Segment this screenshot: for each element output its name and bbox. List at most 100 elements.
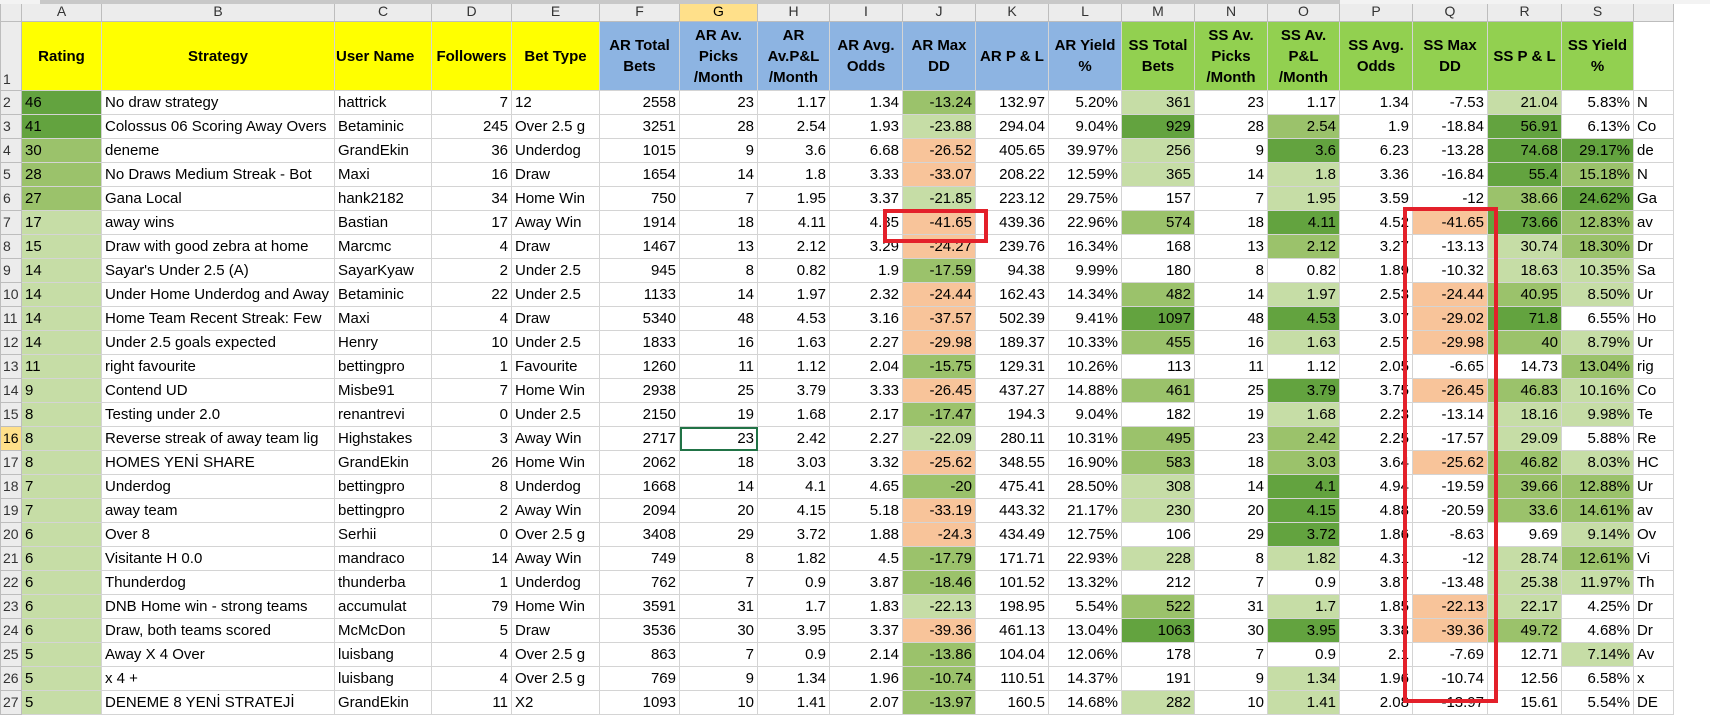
cell-r15[interactable]: 18.16 [1487, 402, 1562, 427]
cell-f2[interactable]: 2558 [599, 90, 680, 115]
cell-k23[interactable]: 198.95 [975, 594, 1049, 619]
cell-h24[interactable]: 3.95 [757, 618, 830, 643]
cell-s7[interactable]: 12.83% [1561, 210, 1634, 235]
cell-f3[interactable]: 3251 [599, 114, 680, 139]
cell-f15[interactable]: 2150 [599, 402, 680, 427]
cell-b9[interactable]: Sayar's Under 2.5 (A) [101, 258, 335, 283]
cell-j3[interactable]: -23.88 [902, 114, 976, 139]
cell-h10[interactable]: 1.97 [757, 282, 830, 307]
cell-p6[interactable]: 3.59 [1339, 186, 1413, 211]
row-header-3[interactable]: 3 [0, 114, 22, 139]
cell-g22[interactable]: 7 [679, 570, 758, 595]
cell-c23[interactable]: accumulat [334, 594, 432, 619]
cell-k25[interactable]: 104.04 [975, 642, 1049, 667]
header-cell-m[interactable]: SS Total Bets [1121, 21, 1195, 91]
cell-m26[interactable]: 191 [1121, 666, 1195, 691]
cell-a23[interactable]: 6 [21, 594, 102, 619]
cell-o21[interactable]: 1.82 [1267, 546, 1340, 571]
cell-l7[interactable]: 22.96% [1048, 210, 1122, 235]
cell-n12[interactable]: 16 [1194, 330, 1268, 355]
cell-l20[interactable]: 12.75% [1048, 522, 1122, 547]
cell-e23[interactable]: Home Win [511, 594, 600, 619]
cell-c5[interactable]: Maxi [334, 162, 432, 187]
cell-a9[interactable]: 14 [21, 258, 102, 283]
cell-j27[interactable]: -13.97 [902, 690, 976, 715]
cell-i11[interactable]: 3.16 [829, 306, 903, 331]
cell-f5[interactable]: 1654 [599, 162, 680, 187]
cell-p12[interactable]: 2.57 [1339, 330, 1413, 355]
cell-k13[interactable]: 129.31 [975, 354, 1049, 379]
cell-k21[interactable]: 171.71 [975, 546, 1049, 571]
cell-b13[interactable]: right favourite [101, 354, 335, 379]
cell-j20[interactable]: -24.3 [902, 522, 976, 547]
cell-e5[interactable]: Draw [511, 162, 600, 187]
cell-d23[interactable]: 79 [431, 594, 512, 619]
cell-a12[interactable]: 14 [21, 330, 102, 355]
cell-n16[interactable]: 23 [1194, 426, 1268, 451]
cell-e15[interactable]: Under 2.5 [511, 402, 600, 427]
cell-t12[interactable]: Ur [1633, 330, 1674, 355]
cell-s19[interactable]: 14.61% [1561, 498, 1634, 523]
cell-p24[interactable]: 3.38 [1339, 618, 1413, 643]
cell-a26[interactable]: 5 [21, 666, 102, 691]
cell-h26[interactable]: 1.34 [757, 666, 830, 691]
cell-a13[interactable]: 11 [21, 354, 102, 379]
cell-c24[interactable]: McMcDon [334, 618, 432, 643]
row-header-8[interactable]: 8 [0, 234, 22, 259]
cell-i21[interactable]: 4.5 [829, 546, 903, 571]
row-header-4[interactable]: 4 [0, 138, 22, 163]
cell-t24[interactable]: Dr [1633, 618, 1674, 643]
cell-m20[interactable]: 106 [1121, 522, 1195, 547]
cell-t22[interactable]: Th [1633, 570, 1674, 595]
cell-i14[interactable]: 3.33 [829, 378, 903, 403]
cell-n4[interactable]: 9 [1194, 138, 1268, 163]
cell-r2[interactable]: 21.04 [1487, 90, 1562, 115]
cell-j22[interactable]: -18.46 [902, 570, 976, 595]
header-cell-c[interactable]: User Name [334, 21, 432, 91]
row-header-9[interactable]: 9 [0, 258, 22, 283]
cell-g7[interactable]: 18 [679, 210, 758, 235]
cell-i22[interactable]: 3.87 [829, 570, 903, 595]
cell-i5[interactable]: 3.33 [829, 162, 903, 187]
row-header-21[interactable]: 21 [0, 546, 22, 571]
cell-q27[interactable]: -13.97 [1412, 690, 1488, 715]
cell-f25[interactable]: 863 [599, 642, 680, 667]
cell-r21[interactable]: 28.74 [1487, 546, 1562, 571]
cell-j13[interactable]: -15.75 [902, 354, 976, 379]
cell-p8[interactable]: 3.27 [1339, 234, 1413, 259]
cell-b27[interactable]: DENEME 8 YENİ STRATEJİ [101, 690, 335, 715]
cell-p21[interactable]: 4.31 [1339, 546, 1413, 571]
cell-h5[interactable]: 1.8 [757, 162, 830, 187]
header-cell-k[interactable]: AR P & L [975, 21, 1049, 91]
cell-o11[interactable]: 4.53 [1267, 306, 1340, 331]
cell-a27[interactable]: 5 [21, 690, 102, 715]
cell-a4[interactable]: 30 [21, 138, 102, 163]
cell-h11[interactable]: 4.53 [757, 306, 830, 331]
cell-p2[interactable]: 1.34 [1339, 90, 1413, 115]
cell-k11[interactable]: 502.39 [975, 306, 1049, 331]
cell-f27[interactable]: 1093 [599, 690, 680, 715]
cell-h9[interactable]: 0.82 [757, 258, 830, 283]
cell-n21[interactable]: 8 [1194, 546, 1268, 571]
cell-m13[interactable]: 113 [1121, 354, 1195, 379]
cell-t1[interactable] [1633, 21, 1674, 91]
cell-n13[interactable]: 11 [1194, 354, 1268, 379]
cell-s5[interactable]: 15.18% [1561, 162, 1634, 187]
cell-o22[interactable]: 0.9 [1267, 570, 1340, 595]
cell-p14[interactable]: 3.75 [1339, 378, 1413, 403]
cell-g11[interactable]: 48 [679, 306, 758, 331]
cell-d9[interactable]: 2 [431, 258, 512, 283]
cell-t6[interactable]: Ga [1633, 186, 1674, 211]
cell-e16[interactable]: Away Win [511, 426, 600, 451]
cell-l22[interactable]: 13.32% [1048, 570, 1122, 595]
cell-d7[interactable]: 17 [431, 210, 512, 235]
cell-h16[interactable]: 2.42 [757, 426, 830, 451]
cell-n2[interactable]: 23 [1194, 90, 1268, 115]
cell-k5[interactable]: 208.22 [975, 162, 1049, 187]
row-header-6[interactable]: 6 [0, 186, 22, 211]
cell-g19[interactable]: 20 [679, 498, 758, 523]
cell-b22[interactable]: Thunderdog [101, 570, 335, 595]
row-header-17[interactable]: 17 [0, 450, 22, 475]
cell-r23[interactable]: 22.17 [1487, 594, 1562, 619]
cell-e22[interactable]: Underdog [511, 570, 600, 595]
